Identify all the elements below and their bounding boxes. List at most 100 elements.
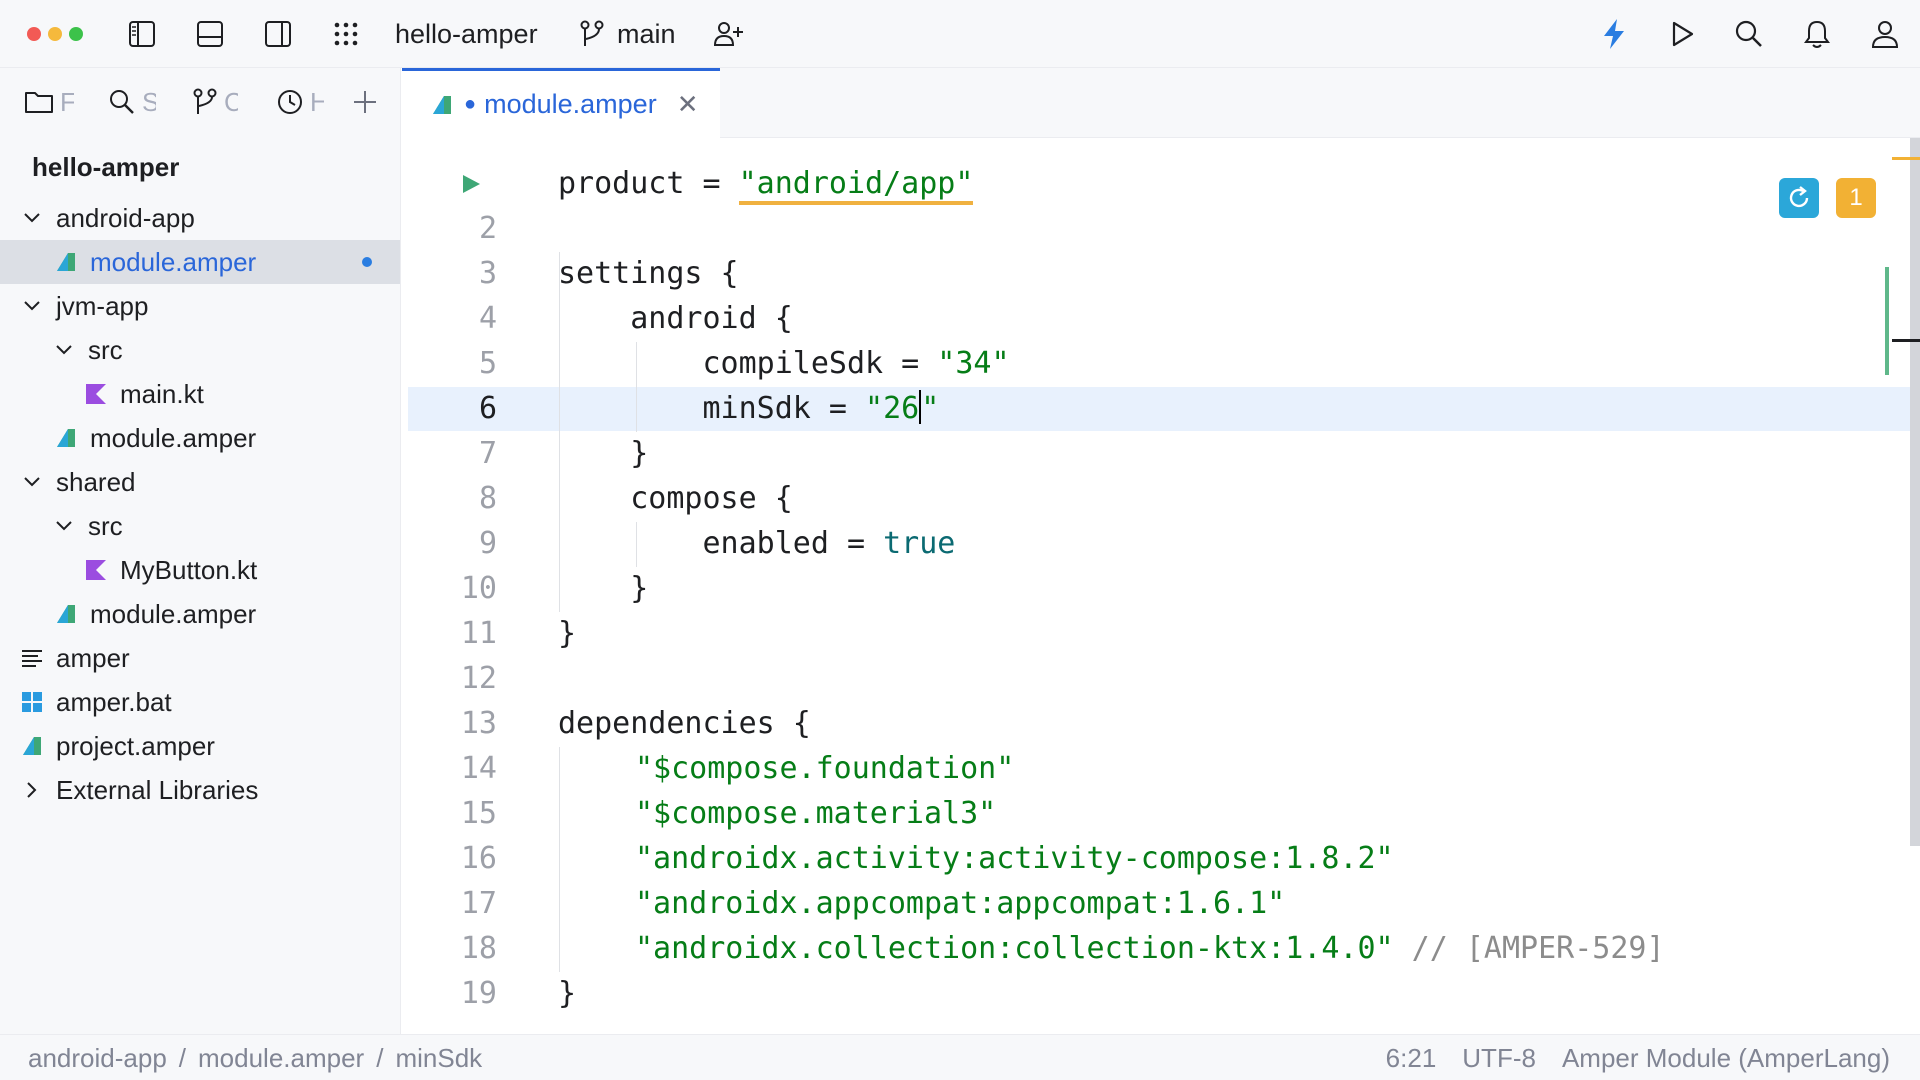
- code-line-13: dependencies {: [558, 706, 811, 741]
- kotlin-file-icon: [82, 380, 110, 408]
- tree-item-shared-src[interactable]: src: [0, 504, 400, 548]
- line-number: 5: [478, 346, 497, 381]
- tab-files[interactable]: F: [24, 84, 74, 120]
- tree-item-mybutton-kt[interactable]: MyButton.kt: [0, 548, 400, 592]
- breadcrumb-item[interactable]: android-app: [28, 1043, 167, 1074]
- code-line-14: "$compose.foundation": [635, 751, 1015, 786]
- code-editor[interactable]: 2 3 4 5 6 7 8 9 10 11 12 13 14 15 16 17 …: [402, 138, 1910, 1034]
- code-line-4: android {: [558, 301, 793, 336]
- branch-selector[interactable]: main: [617, 18, 676, 50]
- add-tab-button[interactable]: [352, 84, 378, 120]
- amper-file-icon: [52, 248, 80, 276]
- kotlin-file-icon: [82, 556, 110, 584]
- breadcrumb-item[interactable]: minSdk: [395, 1043, 482, 1074]
- power-save-lightning-icon[interactable]: [1596, 16, 1632, 52]
- line-number: 12: [460, 661, 497, 696]
- left-sidebar-toggle-icon[interactable]: [124, 16, 160, 52]
- code-line-9: enabled = true: [558, 526, 956, 561]
- line-number: 13: [460, 706, 497, 741]
- tree-item-main-kt[interactable]: main.kt: [0, 372, 400, 416]
- breadcrumb: android-app / module.amper / minSdk: [28, 1043, 482, 1074]
- chevron-down-icon[interactable]: [54, 516, 74, 536]
- tree-item-external-libraries[interactable]: External Libraries: [0, 768, 400, 812]
- tab-commit[interactable]: C: [192, 84, 238, 120]
- code-line-10: }: [558, 571, 649, 606]
- code-line-5: compileSdk = "34": [558, 346, 1010, 381]
- text-file-icon: [18, 644, 46, 672]
- tree-item-jvm-module-amper[interactable]: module.amper: [0, 416, 400, 460]
- close-window-button[interactable]: [27, 27, 41, 41]
- project-tree-title: hello-amper: [32, 152, 180, 182]
- code-line-7: }: [558, 436, 649, 471]
- tree-item-jvm-app[interactable]: jvm-app: [0, 284, 400, 328]
- warning-count-badge[interactable]: 1: [1836, 178, 1876, 218]
- tree-item-jvm-src[interactable]: src: [0, 328, 400, 372]
- tree-item-shared-module-amper[interactable]: module.amper: [0, 592, 400, 636]
- line-number: 15: [460, 796, 497, 831]
- file-encoding[interactable]: UTF-8: [1462, 1043, 1536, 1074]
- plus-icon: [354, 91, 376, 113]
- close-icon[interactable]: ✕: [677, 89, 699, 120]
- tab-history[interactable]: H: [276, 84, 324, 120]
- caret-position[interactable]: 6:21: [1386, 1043, 1437, 1074]
- code-line-19: }: [558, 976, 577, 1011]
- line-number: 7: [478, 436, 497, 471]
- chevron-down-icon[interactable]: [54, 340, 74, 360]
- breadcrumb-item[interactable]: module.amper: [198, 1043, 364, 1074]
- amper-file-icon: [433, 95, 451, 114]
- tree-item-amper-bat[interactable]: amper.bat: [0, 680, 400, 724]
- line-number: 9: [478, 526, 497, 561]
- windows-file-icon: [18, 688, 46, 716]
- chevron-down-icon[interactable]: [22, 296, 42, 316]
- code-line-16: "androidx.activity:activity-compose:1.8.…: [635, 841, 1394, 876]
- minimize-window-button[interactable]: [48, 27, 62, 41]
- tree-item-android-module-amper[interactable]: module.amper: [0, 240, 400, 284]
- search-icon[interactable]: [1731, 16, 1767, 52]
- tab-search[interactable]: S: [108, 84, 156, 120]
- file-type[interactable]: Amper Module (AmperLang): [1562, 1043, 1890, 1074]
- line-number: 8: [478, 481, 497, 516]
- bottom-panel-toggle-icon[interactable]: [192, 16, 228, 52]
- amper-file-icon: [52, 424, 80, 452]
- search-icon: [110, 90, 134, 114]
- sidebar-tool-tabs: F S C H: [0, 68, 400, 136]
- code-line-6: minSdk = "26": [558, 389, 940, 426]
- project-selector[interactable]: hello-amper: [395, 18, 538, 50]
- title-bar: hello-amper main: [0, 0, 1920, 68]
- indent-guide: [559, 747, 560, 972]
- tab-module-amper[interactable]: ● module.amper ✕: [402, 68, 720, 138]
- line-number: 10: [460, 571, 497, 606]
- status-bar: android-app / module.amper / minSdk 6:21…: [0, 1034, 1920, 1080]
- user-account-icon[interactable]: [1867, 16, 1903, 52]
- code-line-17: "androidx.appcompat:appcompat:1.6.1": [635, 886, 1286, 921]
- amper-file-icon: [18, 732, 46, 760]
- status-widgets: 6:21 UTF-8 Amper Module (AmperLang): [1386, 1043, 1890, 1074]
- code-line-1: product = "android/app": [558, 162, 974, 206]
- tree-item-shared[interactable]: shared: [0, 460, 400, 504]
- chevron-right-icon[interactable]: [22, 780, 42, 800]
- vertical-scrollbar[interactable]: [1910, 138, 1920, 846]
- add-collaborator-icon[interactable]: [710, 16, 746, 52]
- modified-indicator: [362, 257, 372, 267]
- refresh-icon: [1789, 186, 1809, 208]
- line-number: 17: [460, 886, 497, 921]
- right-sidebar-toggle-icon[interactable]: [260, 16, 296, 52]
- breadcrumb-separator: /: [178, 1043, 187, 1073]
- reload-project-button[interactable]: [1779, 178, 1819, 218]
- maximize-window-button[interactable]: [69, 27, 83, 41]
- amper-file-icon: [52, 600, 80, 628]
- notifications-bell-icon[interactable]: [1799, 16, 1835, 52]
- run-icon[interactable]: [1664, 16, 1700, 52]
- line-number: 4: [478, 301, 497, 336]
- run-gutter-icon[interactable]: [459, 172, 483, 196]
- warning-marker[interactable]: [1892, 157, 1920, 160]
- tree-item-android-app[interactable]: android-app: [0, 196, 400, 240]
- chevron-down-icon[interactable]: [22, 208, 42, 228]
- chevron-down-icon[interactable]: [22, 472, 42, 492]
- tree-item-project-amper[interactable]: project.amper: [0, 724, 400, 768]
- tree-item-amper-script[interactable]: amper: [0, 636, 400, 680]
- main-menu-grid-icon[interactable]: [328, 16, 364, 52]
- editor-tab-bar: ● module.amper ✕: [402, 68, 1920, 138]
- line-number: 11: [460, 616, 497, 651]
- line-number: 18: [460, 931, 497, 966]
